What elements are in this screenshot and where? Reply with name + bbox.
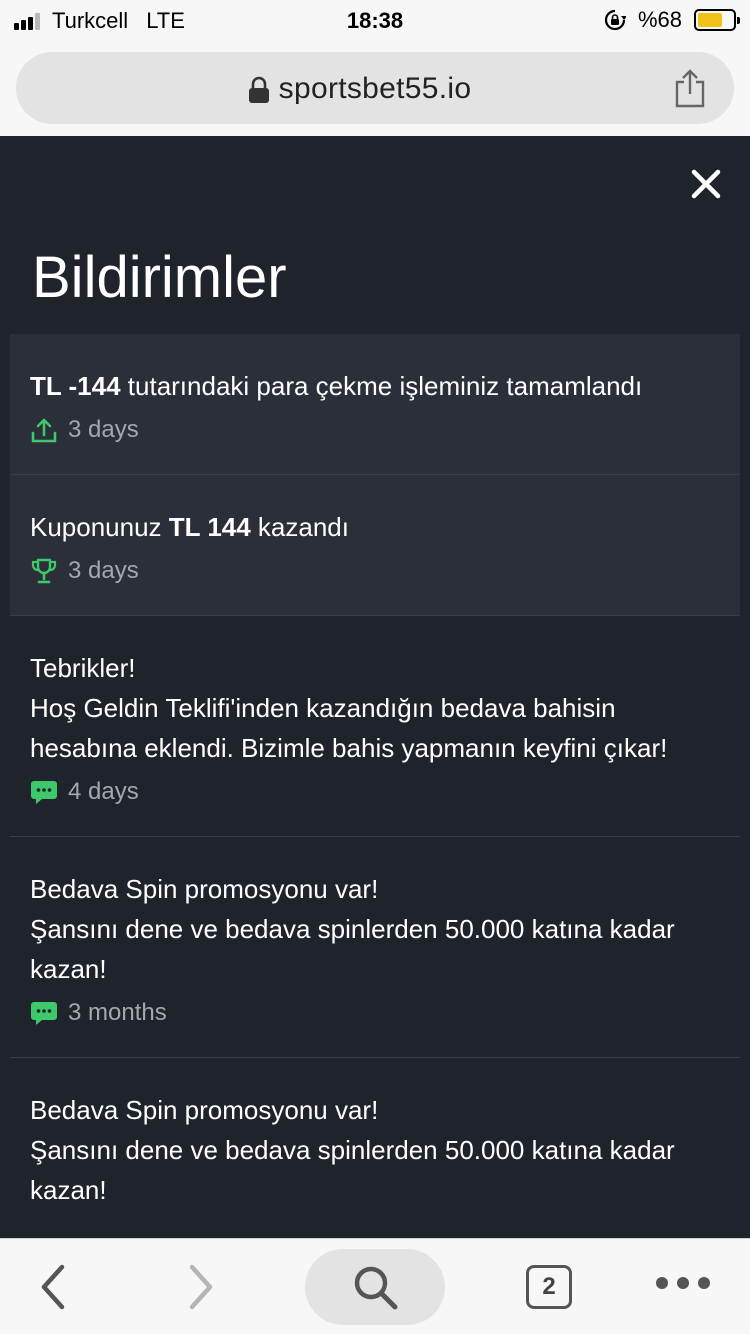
notification-message: TL -144 tutarındaki para çekme işleminiz… xyxy=(30,366,720,406)
close-icon[interactable] xyxy=(690,168,722,200)
notification-meta: 3 months xyxy=(30,999,720,1027)
chat-icon xyxy=(31,781,57,804)
notification-meta: 3 days xyxy=(30,557,720,585)
notification-message: Kuponunuz TL 144 kazandı xyxy=(30,507,720,547)
back-icon[interactable] xyxy=(38,1263,68,1311)
notification-item[interactable]: TL -144 tutarındaki para çekme işleminiz… xyxy=(10,334,740,475)
search-button[interactable] xyxy=(305,1249,445,1325)
notifications-panel: Bildirimler TL -144 tutarındaki para çek… xyxy=(0,136,750,1238)
share-icon[interactable] xyxy=(672,68,708,108)
notification-item[interactable]: Kuponunuz TL 144 kazandı 3 days xyxy=(10,475,740,616)
notification-message: Bedava Spin promosyonu var! Şansını dene… xyxy=(30,869,720,989)
rotation-lock-icon xyxy=(604,9,626,31)
trophy-icon xyxy=(31,558,57,584)
page-title: Bildirimler xyxy=(32,245,287,310)
message-text: kazandı xyxy=(250,512,349,542)
notification-meta: 4 days xyxy=(30,778,720,806)
notification-message: Tebrikler! Hoş Geldin Teklifi'inden kaza… xyxy=(30,648,720,768)
upload-icon xyxy=(31,418,57,443)
notification-time: 3 days xyxy=(68,557,139,584)
browser-header: sportsbet55.io xyxy=(0,44,750,136)
url-text: sportsbet55.io xyxy=(278,72,472,105)
notification-time: 3 months xyxy=(68,999,167,1026)
message-text: Kuponunuz xyxy=(30,512,169,542)
notification-time: 3 days xyxy=(68,416,139,443)
notification-time: 4 days xyxy=(68,778,139,805)
status-bar: Turkcell LTE 18:38 %68 xyxy=(0,0,750,44)
forward-icon[interactable] xyxy=(186,1263,216,1311)
notification-message: Bedava Spin promosyonu var! Şansını dene… xyxy=(30,1090,720,1210)
search-icon xyxy=(354,1266,398,1310)
battery-icon xyxy=(694,9,740,31)
notification-meta: 3 days xyxy=(30,416,720,444)
message-body: Hoş Geldin Teklifi'inden kazandığın beda… xyxy=(30,693,668,763)
message-heading: Bedava Spin promosyonu var! xyxy=(30,1095,379,1125)
message-amount: TL -144 xyxy=(30,371,121,401)
message-heading: Bedava Spin promosyonu var! xyxy=(30,874,379,904)
message-text: tutarındaki para çekme işleminiz tamamla… xyxy=(120,371,643,401)
tabs-button[interactable]: 2 xyxy=(526,1265,572,1309)
more-icon[interactable] xyxy=(656,1277,710,1289)
status-right: %68 xyxy=(604,7,740,33)
message-amount: TL 144 xyxy=(168,512,251,542)
message-body: Şansını dene ve bedava spinlerden 50.000… xyxy=(30,914,675,984)
notification-list: TL -144 tutarındaki para çekme işleminiz… xyxy=(10,334,740,1238)
browser-toolbar: 2 xyxy=(0,1238,750,1334)
message-heading: Tebrikler! xyxy=(30,653,136,683)
notification-item[interactable]: Bedava Spin promosyonu var! Şansını dene… xyxy=(10,1058,740,1238)
message-body: Şansını dene ve bedava spinlerden 50.000… xyxy=(30,1135,675,1205)
notification-item[interactable]: Bedava Spin promosyonu var! Şansını dene… xyxy=(10,837,740,1058)
battery-percent: %68 xyxy=(637,7,682,32)
chat-icon xyxy=(31,1002,57,1025)
address-bar[interactable]: sportsbet55.io xyxy=(16,52,734,124)
notification-item[interactable]: Tebrikler! Hoş Geldin Teklifi'inden kaza… xyxy=(10,616,740,837)
